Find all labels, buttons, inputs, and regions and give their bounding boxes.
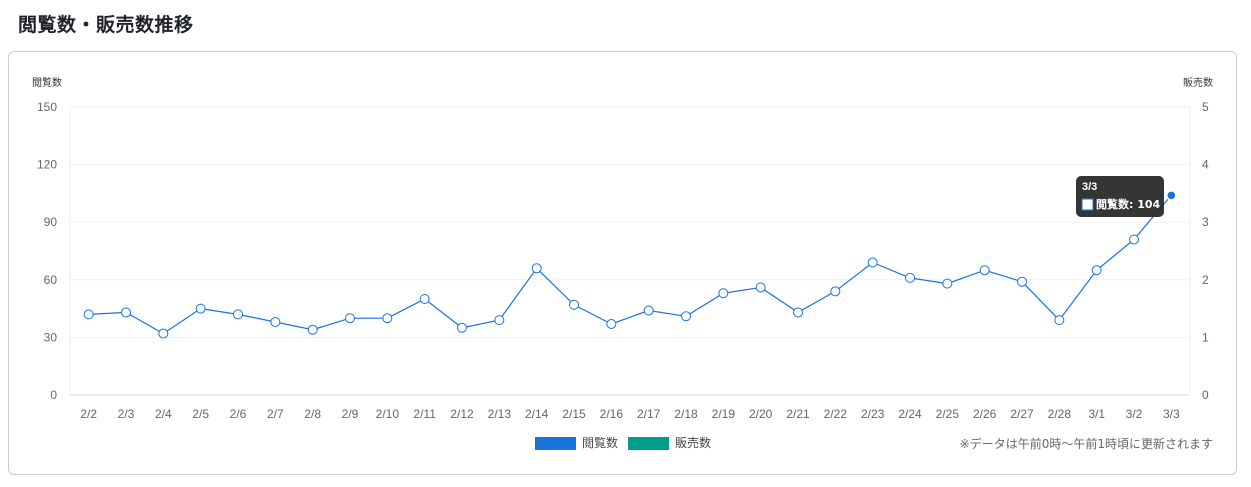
data-point-views[interactable] (1054, 315, 1065, 326)
tooltip-label: 閲覧数: 104 (1096, 197, 1161, 211)
series-line-views (88, 194, 1172, 335)
data-point-views[interactable] (382, 313, 393, 324)
data-point-views[interactable] (681, 311, 691, 322)
x-tick-label: 2/4 (155, 407, 172, 421)
data-point-views[interactable] (83, 309, 94, 320)
data-point-views[interactable] (270, 317, 281, 328)
data-point-views[interactable] (494, 315, 505, 326)
data-point-views[interactable] (307, 324, 318, 335)
x-tick-label: 2/20 (749, 407, 773, 421)
right-axis-title: 販売数 (1183, 76, 1213, 89)
x-tick-label: 2/14 (525, 407, 549, 421)
x-tick-label: 2/24 (898, 407, 922, 421)
data-point-views[interactable] (531, 263, 542, 274)
data-point-views[interactable] (905, 272, 915, 283)
data-point-views[interactable] (979, 265, 990, 276)
update-note: ※データは午前0時～午前1時頃に更新されます (960, 436, 1213, 451)
x-tick-label: 2/23 (861, 407, 885, 421)
x-tick-label: 2/2 (80, 407, 97, 421)
x-tick-label: 2/8 (304, 407, 321, 421)
x-tick-label: 2/19 (712, 407, 736, 421)
data-point-views[interactable] (643, 305, 654, 316)
data-point-views[interactable] (1017, 276, 1027, 287)
y-tick-right: 3 (1202, 215, 1209, 229)
x-tick-label: 2/17 (637, 407, 661, 421)
x-tick-label: 2/13 (488, 407, 512, 421)
y-tick-right: 5 (1202, 100, 1209, 114)
data-point-views[interactable] (345, 313, 355, 324)
y-tick-right: 1 (1202, 330, 1209, 344)
legend-swatch-sales[interactable] (628, 437, 669, 450)
x-tick-label: 2/3 (118, 407, 135, 421)
data-point-views[interactable] (195, 303, 206, 314)
x-tick-label: 2/26 (973, 407, 997, 421)
data-point-views[interactable] (793, 307, 803, 318)
x-tick-label: 3/1 (1088, 407, 1105, 421)
y-tick-left: 150 (37, 100, 57, 114)
legend-swatch-views[interactable] (535, 437, 576, 450)
x-tick-label: 2/27 (1010, 407, 1034, 421)
tooltip-title: 3/3 (1082, 181, 1097, 193)
data-point-views[interactable] (569, 299, 579, 310)
legend-label-views: 閲覧数 (582, 435, 618, 450)
data-point-views[interactable] (233, 309, 243, 320)
x-tick-label: 2/12 (450, 407, 474, 421)
tooltip-swatch (1081, 198, 1094, 211)
data-point-views[interactable] (942, 278, 953, 289)
y-tick-right: 0 (1202, 388, 1209, 402)
data-point-views[interactable] (1091, 265, 1102, 276)
x-tick-label: 2/5 (192, 407, 209, 421)
y-tick-left: 0 (50, 388, 57, 402)
data-point-views[interactable] (755, 282, 766, 293)
data-point-views[interactable] (121, 307, 131, 318)
x-tick-label: 2/22 (824, 407, 848, 421)
y-tick-left: 30 (44, 330, 58, 344)
y-tick-right: 4 (1202, 158, 1209, 172)
x-tick-label: 2/21 (786, 407, 810, 421)
y-tick-right: 2 (1202, 273, 1209, 287)
data-point-views[interactable] (457, 322, 467, 333)
x-tick-label: 2/9 (342, 407, 359, 421)
x-tick-label: 2/15 (562, 407, 586, 421)
data-point-views[interactable] (419, 294, 430, 304)
data-point-views[interactable] (830, 286, 841, 297)
legend-label-sales: 販売数 (675, 435, 711, 450)
views-sales-chart: 閲覧数 販売数03060901201500123452/2 2/3 2/4 2/5 2/6… (32, 76, 1213, 451)
data-point-views[interactable] (606, 318, 617, 329)
x-tick-label: 2/11 (413, 407, 436, 421)
y-tick-left: 90 (44, 215, 58, 229)
x-tick-label: 2/16 (600, 407, 624, 421)
data-point-views[interactable] (867, 257, 878, 268)
x-tick-label: 3/3 (1163, 407, 1180, 421)
y-tick-left: 60 (44, 273, 58, 287)
x-tick-label: 2/18 (674, 407, 698, 421)
x-tick-label: 3/2 (1126, 407, 1143, 421)
left-axis-title: 閲覧数 (32, 76, 62, 89)
x-tick-label: 2/10 (376, 407, 400, 421)
x-tick-label: 2/25 (936, 407, 960, 421)
x-tick-label: 2/7 (267, 407, 284, 421)
data-point-views[interactable] (718, 288, 729, 299)
x-tick-label: 2/6 (230, 407, 247, 421)
x-tick-label: 2/28 (1048, 407, 1072, 421)
y-tick-left: 120 (37, 158, 57, 172)
data-point-views[interactable] (1129, 234, 1139, 245)
data-point-views[interactable] (158, 328, 169, 339)
data-point-views[interactable] (1166, 190, 1177, 201)
